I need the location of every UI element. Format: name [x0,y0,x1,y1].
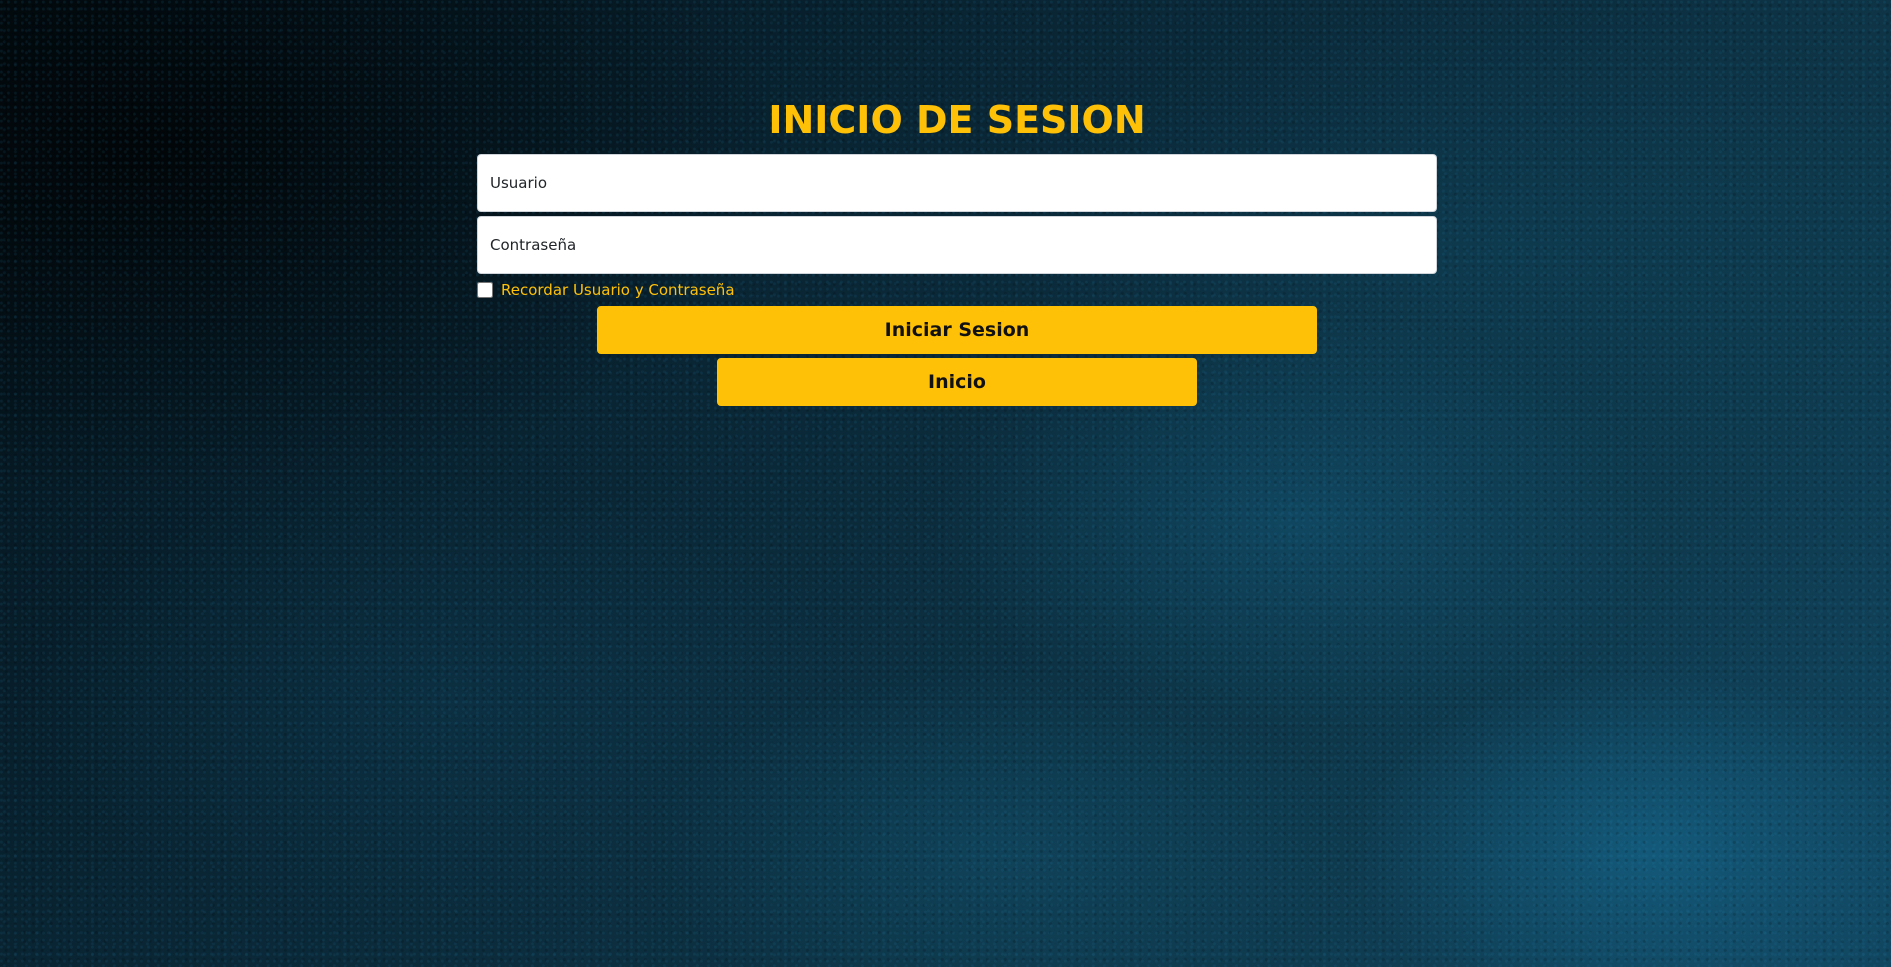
login-button[interactable]: Iniciar Sesion [597,306,1317,354]
remember-checkbox[interactable] [477,282,493,298]
home-button[interactable]: Inicio [717,358,1197,406]
login-form: INICIO DE SESION Recordar Usuario y Cont… [477,95,1437,406]
password-input[interactable] [477,216,1437,274]
remember-label[interactable]: Recordar Usuario y Contraseña [501,281,735,299]
username-input[interactable] [477,154,1437,212]
login-fields [477,154,1437,274]
page-title: INICIO DE SESION [768,98,1146,142]
remember-row: Recordar Usuario y Contraseña [477,280,1437,300]
